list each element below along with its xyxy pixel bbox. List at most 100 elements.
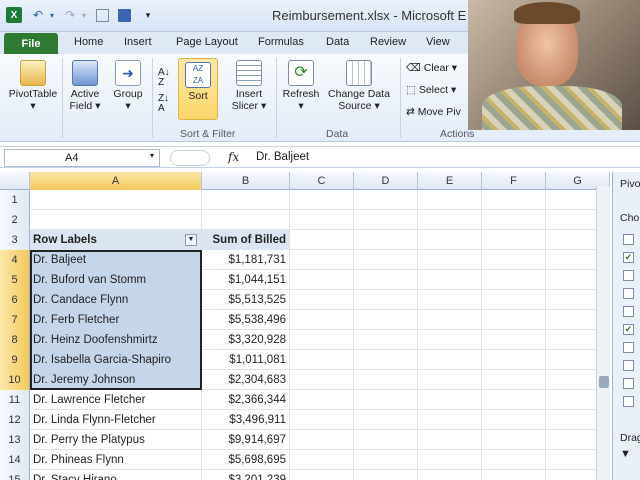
sort-z-to-a-icon[interactable]: Z↓ A [158, 94, 169, 114]
empty-cell[interactable] [290, 210, 354, 230]
field-checkbox[interactable] [623, 288, 634, 299]
select-all-corner[interactable] [0, 172, 30, 190]
empty-cell[interactable] [354, 210, 418, 230]
row-header[interactable]: 3 [0, 230, 30, 250]
empty-cell[interactable] [418, 290, 482, 310]
tab-data[interactable]: Data [326, 36, 349, 48]
cell-billed-value[interactable]: $2,304,683 [202, 370, 290, 390]
tab-insert[interactable]: Insert [124, 36, 152, 48]
insert-function-icon[interactable]: fx [228, 150, 239, 164]
cell-row-label[interactable]: Dr. Candace Flynn [30, 290, 202, 310]
redo-dropdown-icon[interactable]: ▾ [76, 7, 92, 23]
empty-cell[interactable] [482, 470, 546, 480]
row-header[interactable]: 7 [0, 310, 30, 330]
cell-row-label[interactable] [30, 190, 202, 210]
empty-cell[interactable] [354, 230, 418, 250]
empty-cell[interactable] [354, 350, 418, 370]
clear-button[interactable]: ⌫ Clear ▾ [406, 62, 457, 74]
tab-file[interactable]: File [4, 33, 58, 55]
cell-row-label[interactable]: Dr. Perry the Platypus [30, 430, 202, 450]
scrollbar-thumb[interactable] [599, 376, 609, 388]
empty-cell[interactable] [290, 410, 354, 430]
empty-cell[interactable] [482, 250, 546, 270]
tab-view[interactable]: View [426, 36, 450, 48]
column-header-a[interactable]: A [30, 172, 202, 190]
row-header[interactable]: 12 [0, 410, 30, 430]
row-header[interactable]: 13 [0, 430, 30, 450]
cell-billed-value[interactable]: $2,366,344 [202, 390, 290, 410]
print-preview-icon[interactable] [96, 9, 109, 22]
empty-cell[interactable] [482, 230, 546, 250]
empty-cell[interactable] [290, 370, 354, 390]
empty-cell[interactable] [482, 190, 546, 210]
cell-row-label[interactable]: Dr. Baljeet [30, 250, 202, 270]
cell-billed-value[interactable]: $5,538,496 [202, 310, 290, 330]
select-button[interactable]: ⬚ Select ▾ [406, 84, 456, 96]
row-header[interactable]: 1 [0, 190, 30, 210]
empty-cell[interactable] [354, 390, 418, 410]
cell-row-label[interactable]: Dr. Jeremy Johnson [30, 370, 202, 390]
move-pivottable-button[interactable]: ⇄ Move Piv [406, 106, 461, 118]
empty-cell[interactable] [418, 430, 482, 450]
formula-input[interactable]: Dr. Baljeet [256, 151, 309, 163]
cell-row-label[interactable]: Dr. Linda Flynn-Fletcher [30, 410, 202, 430]
vertical-scrollbar[interactable] [596, 186, 610, 480]
undo-dropdown-icon[interactable]: ▾ [44, 7, 60, 23]
field-checkbox[interactable]: ✔ [623, 324, 634, 335]
cell-row-label[interactable]: Dr. Phineas Flynn [30, 450, 202, 470]
empty-cell[interactable] [418, 310, 482, 330]
empty-cell[interactable] [482, 350, 546, 370]
empty-cell[interactable] [418, 250, 482, 270]
tab-review[interactable]: Review [370, 36, 406, 48]
field-checkbox[interactable] [623, 396, 634, 407]
cell-billed-value[interactable]: $3,201,239 [202, 470, 290, 480]
row-header[interactable]: 15 [0, 470, 30, 480]
sort-button[interactable]: AZ ZA Sort [178, 62, 218, 102]
empty-cell[interactable] [482, 310, 546, 330]
empty-cell[interactable] [482, 370, 546, 390]
empty-cell[interactable] [290, 310, 354, 330]
field-checkbox[interactable] [623, 306, 634, 317]
empty-cell[interactable] [482, 390, 546, 410]
name-box-dropdown-icon[interactable]: ▾ [150, 151, 154, 160]
row-header[interactable]: 2 [0, 210, 30, 230]
empty-cell[interactable] [290, 290, 354, 310]
empty-cell[interactable] [354, 310, 418, 330]
cell-billed-value[interactable]: $1,011,081 [202, 350, 290, 370]
empty-cell[interactable] [418, 230, 482, 250]
empty-cell[interactable] [354, 450, 418, 470]
row-header[interactable]: 11 [0, 390, 30, 410]
empty-cell[interactable] [418, 370, 482, 390]
cell-billed-value[interactable] [202, 190, 290, 210]
field-checkbox[interactable] [623, 234, 634, 245]
cell-billed-value[interactable]: $1,044,151 [202, 270, 290, 290]
insert-slicer-button[interactable]: Insert Slicer ▾ [226, 60, 272, 112]
empty-cell[interactable] [354, 330, 418, 350]
empty-cell[interactable] [418, 450, 482, 470]
column-header-d[interactable]: D [354, 172, 418, 190]
cell-row-label[interactable]: Dr. Heinz Doofenshmirtz [30, 330, 202, 350]
empty-cell[interactable] [290, 270, 354, 290]
empty-cell[interactable] [418, 350, 482, 370]
column-header-c[interactable]: C [290, 172, 354, 190]
empty-cell[interactable] [290, 250, 354, 270]
cell-billed-value[interactable] [202, 210, 290, 230]
cell-billed-value[interactable]: $1,181,731 [202, 250, 290, 270]
cell-row-label[interactable]: Dr. Isabella Garcia-Shapiro [30, 350, 202, 370]
sort-a-to-z-icon[interactable]: A↓ Z [158, 68, 170, 88]
row-header[interactable]: 8 [0, 330, 30, 350]
name-box[interactable]: A4 [4, 149, 160, 167]
empty-cell[interactable] [482, 330, 546, 350]
empty-cell[interactable] [354, 430, 418, 450]
cell-billed-value[interactable]: $3,320,928 [202, 330, 290, 350]
empty-cell[interactable] [354, 410, 418, 430]
active-field-button[interactable]: Active Field ▾ [64, 60, 106, 112]
cell-row-label[interactable]: Dr. Stacy Hirano [30, 470, 202, 480]
field-checkbox[interactable] [623, 378, 634, 389]
row-header[interactable]: 10 [0, 370, 30, 390]
empty-cell[interactable] [354, 190, 418, 210]
sum-of-billed-header[interactable]: Sum of Billed [202, 230, 290, 250]
cell-billed-value[interactable]: $5,513,525 [202, 290, 290, 310]
cell-row-label[interactable]: Dr. Buford van Stomm [30, 270, 202, 290]
group-button[interactable]: ➜ Group ▾ [108, 60, 148, 112]
